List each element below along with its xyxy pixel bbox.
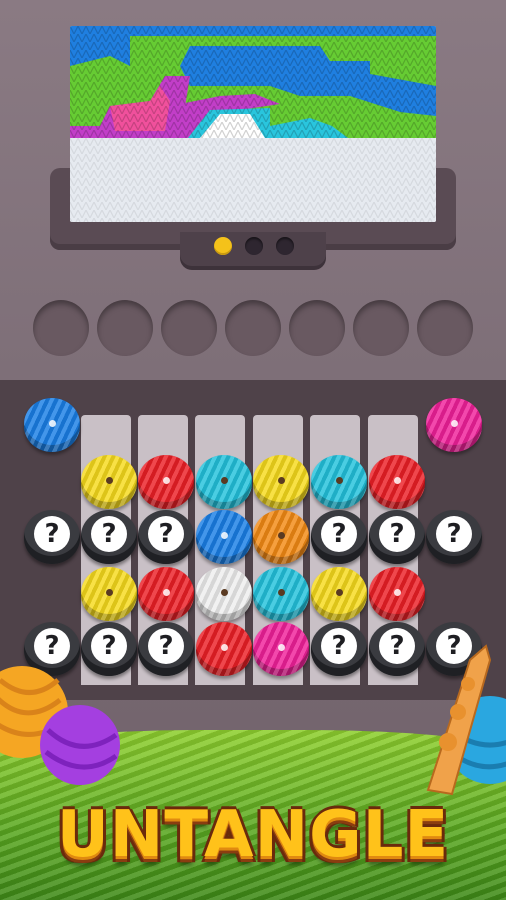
purple-yarn-ball-icon (40, 705, 120, 785)
game-title: UNTANGLE (56, 798, 450, 872)
